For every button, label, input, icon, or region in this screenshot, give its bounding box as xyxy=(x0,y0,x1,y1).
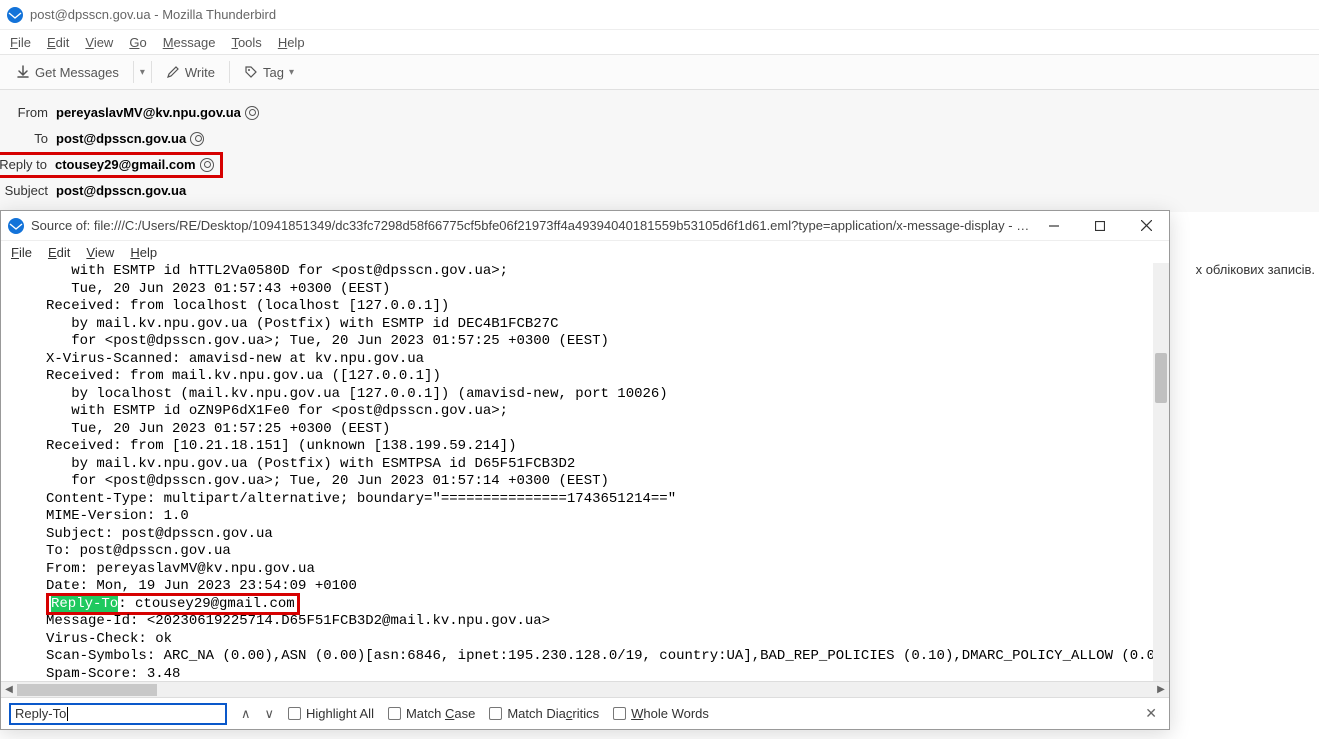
thunderbird-icon xyxy=(6,6,24,24)
minimize-button[interactable] xyxy=(1031,211,1077,241)
highlight-all-checkbox[interactable]: Highlight All xyxy=(288,706,374,721)
maximize-icon xyxy=(1095,221,1105,231)
toolbar-separator xyxy=(151,61,152,83)
menu-view[interactable]: View xyxy=(79,33,119,52)
maximize-button[interactable] xyxy=(1077,211,1123,241)
text-cursor xyxy=(67,707,68,721)
find-bar: Reply-To ∧ ∨ Highlight All Match Case Ma… xyxy=(1,697,1169,729)
pencil-icon xyxy=(166,65,180,79)
match-case-checkbox[interactable]: Match Case xyxy=(388,706,475,721)
horizontal-scrollbar[interactable]: ◀ ▶ xyxy=(1,681,1169,697)
source-text-area[interactable]: with ESMTP id hTTL2Va0580D for <post@dps… xyxy=(1,263,1169,681)
highlight-annotation-box: Reply-To: ctousey29@gmail.com xyxy=(46,593,300,615)
download-icon xyxy=(16,65,30,79)
highlight-annotation-box: Reply to ctousey29@gmail.com xyxy=(0,152,223,178)
toolbar-separator xyxy=(133,61,134,83)
scroll-left-arrow[interactable]: ◀ xyxy=(1,684,17,695)
subject-text: post@dpsscn.gov.ua xyxy=(56,178,186,204)
menu-message[interactable]: Message xyxy=(157,33,222,52)
tag-label: Tag xyxy=(263,65,284,80)
source-view-window: Source of: file:///C:/Users/RE/Desktop/1… xyxy=(0,210,1170,730)
menu-edit[interactable]: Edit xyxy=(41,33,75,52)
highlight-all-label: Highlight All xyxy=(306,706,374,721)
find-highlight: Reply-To xyxy=(51,596,118,612)
menu-go[interactable]: Go xyxy=(123,33,152,52)
header-to-value[interactable]: post@dpsscn.gov.ua xyxy=(56,126,204,152)
write-button[interactable]: Write xyxy=(158,61,223,84)
header-replyto-row: Reply to ctousey29@gmail.com xyxy=(0,152,1319,178)
reply-to-rest: : ctousey29@gmail.com xyxy=(118,596,294,612)
src-menu-help[interactable]: Help xyxy=(124,244,163,261)
src-menu-view[interactable]: View xyxy=(80,244,120,261)
source-pre-lines: with ESMTP id hTTL2Va0580D for <post@dps… xyxy=(46,263,676,594)
scrollbar-track[interactable] xyxy=(17,684,1153,696)
header-to-row: To post@dpsscn.gov.ua xyxy=(0,126,1319,152)
scrollbar-thumb[interactable] xyxy=(17,684,157,696)
source-window-title: Source of: file:///C:/Users/RE/Desktop/1… xyxy=(31,218,1031,233)
tag-icon xyxy=(244,65,258,79)
get-messages-dropdown[interactable]: ▾ xyxy=(140,67,145,78)
window-title: post@dpsscn.gov.ua - Mozilla Thunderbird xyxy=(30,7,276,22)
source-content[interactable]: with ESMTP id hTTL2Va0580D for <post@dps… xyxy=(1,263,1169,681)
header-replyto-value[interactable]: ctousey29@gmail.com xyxy=(55,152,214,178)
header-from-value[interactable]: pereyaslavMV@kv.npu.gov.ua xyxy=(56,100,259,126)
whole-words-checkbox[interactable]: Whole Words xyxy=(613,706,709,721)
close-button[interactable] xyxy=(1123,211,1169,241)
vertical-scrollbar[interactable] xyxy=(1153,263,1169,681)
find-input[interactable]: Reply-To xyxy=(9,703,227,725)
source-title-bar: Source of: file:///C:/Users/RE/Desktop/1… xyxy=(1,211,1169,241)
src-menu-file[interactable]: File xyxy=(5,244,38,261)
header-subject-label: Subject xyxy=(0,178,56,204)
find-close-button[interactable]: ✕ xyxy=(1145,705,1161,722)
main-toolbar: Get Messages ▾ Write Tag ▾ xyxy=(0,54,1319,90)
checkbox-icon xyxy=(388,707,401,720)
source-menubar: File Edit View Help xyxy=(1,241,1169,263)
header-replyto-label: Reply to xyxy=(0,152,55,178)
whole-words-label: Whole Words xyxy=(631,706,709,721)
window-title-bar: post@dpsscn.gov.ua - Mozilla Thunderbird xyxy=(0,0,1319,30)
thunderbird-icon xyxy=(7,217,25,235)
find-input-value: Reply-To xyxy=(15,706,66,721)
scrollbar-thumb[interactable] xyxy=(1155,353,1167,403)
checkbox-icon xyxy=(489,707,502,720)
tag-button[interactable]: Tag ▾ xyxy=(236,61,302,84)
header-subject-row: Subject post@dpsscn.gov.ua xyxy=(0,178,1319,204)
match-case-label: Match Case xyxy=(406,706,475,721)
header-to-label: To xyxy=(0,126,56,152)
match-diacritics-checkbox[interactable]: Match Diacritics xyxy=(489,706,599,721)
close-icon xyxy=(1141,220,1152,231)
from-address: pereyaslavMV@kv.npu.gov.ua xyxy=(56,100,241,126)
window-controls xyxy=(1031,211,1169,241)
replyto-address: ctousey29@gmail.com xyxy=(55,152,196,178)
menu-help[interactable]: Help xyxy=(272,33,311,52)
toolbar-separator xyxy=(229,61,230,83)
checkbox-icon xyxy=(288,707,301,720)
checkbox-icon xyxy=(613,707,626,720)
header-from-label: From xyxy=(0,100,56,126)
source-post-lines: Message-Id: <20230619225714.D65F51FCB3D2… xyxy=(46,613,1169,681)
get-messages-label: Get Messages xyxy=(35,65,119,80)
match-diacritics-label: Match Diacritics xyxy=(507,706,599,721)
contact-icon[interactable] xyxy=(190,132,204,146)
background-text-snippet: х облікових записів. xyxy=(1196,262,1315,277)
find-previous-button[interactable]: ∧ xyxy=(241,706,251,722)
src-menu-edit[interactable]: Edit xyxy=(42,244,76,261)
menu-tools[interactable]: Tools xyxy=(225,33,267,52)
scroll-right-arrow[interactable]: ▶ xyxy=(1153,684,1169,695)
chevron-down-icon: ▾ xyxy=(289,67,294,78)
contact-icon[interactable] xyxy=(245,106,259,120)
contact-icon[interactable] xyxy=(200,158,214,172)
to-address: post@dpsscn.gov.ua xyxy=(56,126,186,152)
header-from-row: From pereyaslavMV@kv.npu.gov.ua xyxy=(0,100,1319,126)
write-label: Write xyxy=(185,65,215,80)
menu-file[interactable]: File xyxy=(4,33,37,52)
main-menubar: File Edit View Go Message Tools Help xyxy=(0,30,1319,54)
get-messages-button[interactable]: Get Messages xyxy=(8,61,127,84)
find-next-button[interactable]: ∨ xyxy=(265,706,275,722)
header-subject-value: post@dpsscn.gov.ua xyxy=(56,178,186,204)
thunderbird-main-window: post@dpsscn.gov.ua - Mozilla Thunderbird… xyxy=(0,0,1319,212)
minimize-icon xyxy=(1049,221,1059,231)
message-headers: From pereyaslavMV@kv.npu.gov.ua To post@… xyxy=(0,90,1319,212)
